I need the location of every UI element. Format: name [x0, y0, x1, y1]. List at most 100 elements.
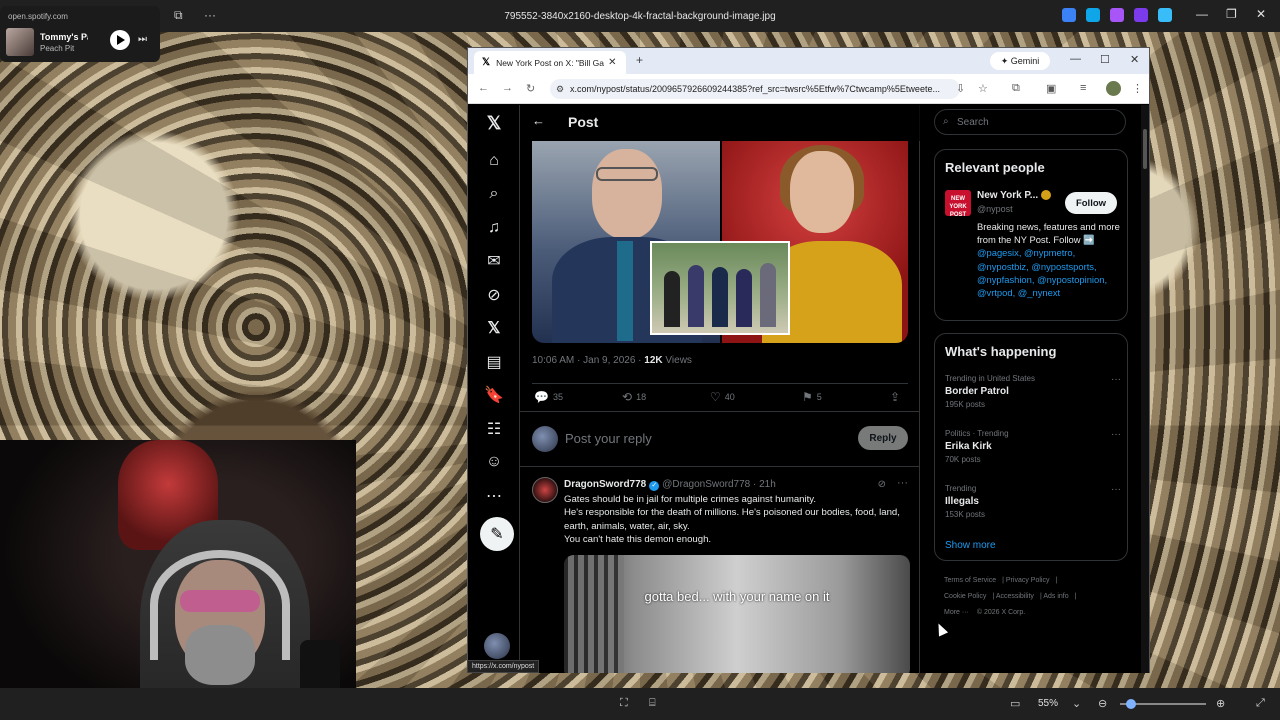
reply-input[interactable]: Post your reply — [565, 431, 652, 446]
maximize-icon[interactable]: ❐ — [1226, 7, 1237, 21]
play-button[interactable] — [110, 30, 130, 50]
site-info-icon[interactable]: ⚙ — [556, 84, 564, 95]
repost-count: 18 — [636, 392, 647, 402]
trend-more-icon[interactable]: ··· — [1111, 374, 1121, 385]
scrollbar-thumb[interactable] — [1143, 129, 1147, 169]
zoom-in-icon[interactable]: ⊕ — [1216, 697, 1225, 710]
trend-title: Border Patrol — [945, 386, 1009, 397]
back-icon[interactable]: ← — [478, 82, 489, 94]
show-more-link[interactable]: Show more — [945, 540, 996, 551]
trend-item[interactable]: Politics · Trending Erika Kirk 70K posts… — [945, 429, 1121, 464]
browser-maximize-icon[interactable]: ☐ — [1100, 53, 1110, 66]
messages-envelope-icon[interactable]: ✉ — [484, 251, 504, 271]
lists-icon[interactable]: ▤ — [484, 352, 504, 372]
close-icon[interactable]: ✕ — [1256, 7, 1266, 21]
footer-link-ads[interactable]: Ads info — [1043, 593, 1068, 600]
zoom-level[interactable]: 55% — [1038, 698, 1058, 709]
like-action[interactable]: ♡ 40 — [710, 390, 735, 404]
reply-tweet[interactable]: DragonSword778 ✓ @DragonSword778 · 21h ⊘ ·… — [520, 469, 920, 673]
fit-to-window-icon[interactable]: ▭ — [1010, 697, 1020, 710]
trend-count: 70K posts — [945, 455, 981, 464]
explore-search-icon[interactable]: ⌕ — [484, 184, 504, 204]
footer-link-privacy[interactable]: Privacy Policy — [1006, 577, 1050, 584]
reply-author-name[interactable]: DragonSword778 — [564, 479, 646, 490]
app-tray-icon[interactable] — [1086, 8, 1100, 22]
grok-explain-icon[interactable]: ⊘ — [878, 479, 886, 490]
minimize-icon[interactable]: — — [1196, 7, 1208, 21]
install-icon[interactable]: ⇩ — [956, 82, 965, 95]
post-media-image[interactable] — [532, 141, 908, 343]
reload-icon[interactable]: ↻ — [526, 82, 535, 95]
profile-icon[interactable]: ☺ — [484, 452, 504, 472]
extensions-icon[interactable]: ⧉ — [1012, 82, 1020, 95]
trend-count: 153K posts — [945, 510, 986, 519]
nypost-logo[interactable]: NEW YORK POST — [945, 190, 971, 218]
home-icon[interactable]: ⌂ — [484, 151, 504, 171]
right-sidebar: ⌕ Search Relevant people NEW YORK POST N… — [920, 105, 1149, 673]
repost-action[interactable]: ⟲ 18 — [622, 390, 646, 404]
browser-close-icon[interactable]: ✕ — [1130, 53, 1139, 66]
address-bar[interactable]: x.com/nypost/status/2009657926609244385?… — [550, 79, 960, 99]
visual-search-icon[interactable]: ⌸ — [649, 697, 656, 710]
trend-more-icon[interactable]: ··· — [1111, 484, 1121, 495]
share-action[interactable]: ⇪ — [890, 390, 900, 404]
app-tray-icon[interactable] — [1158, 8, 1172, 22]
footer-link-terms[interactable]: Terms of Service — [944, 577, 996, 584]
reply-avatar[interactable] — [532, 477, 558, 503]
split-view-icon[interactable]: ▣ — [1046, 82, 1056, 95]
gemini-label: Gemini — [1010, 56, 1040, 66]
notifications-bell-icon[interactable]: ♫ — [484, 218, 504, 238]
follow-button[interactable]: Follow — [1065, 192, 1117, 214]
fullscreen-icon[interactable]: ⤢ — [1256, 697, 1265, 710]
bookmark-star-icon[interactable]: ☆ — [978, 82, 988, 95]
new-tab-icon[interactable]: + — [636, 53, 643, 67]
person-name[interactable]: New York P... — [977, 190, 1052, 201]
page-scrollbar[interactable] — [1141, 105, 1149, 673]
app-tray-icon[interactable] — [1134, 8, 1148, 22]
zoom-dropdown-icon[interactable]: ⌄ — [1072, 697, 1081, 710]
footer-link-cookie[interactable]: Cookie Policy — [944, 593, 986, 600]
compose-post-button[interactable]: ✎ — [480, 517, 514, 551]
footer-link-more[interactable]: More ··· — [944, 609, 969, 616]
browser-menu-icon[interactable]: ⋮ — [1132, 82, 1143, 95]
beard — [185, 625, 255, 685]
search-input[interactable]: ⌕ Search — [934, 109, 1126, 135]
account-avatar[interactable] — [484, 633, 510, 659]
browser-minimize-icon[interactable]: — — [1070, 53, 1081, 65]
back-arrow-icon[interactable]: ← — [532, 113, 545, 128]
reply-more-icon[interactable]: ··· — [897, 477, 908, 489]
zoom-slider-knob[interactable] — [1126, 699, 1136, 709]
bookmarks-icon[interactable]: 🔖 — [484, 385, 504, 405]
forward-icon[interactable]: → — [502, 82, 513, 94]
bio-links[interactable]: @pagesix, @nypmetro, @nypostbiz, @nypost… — [977, 247, 1107, 298]
footer-link-accessibility[interactable]: Accessibility — [996, 593, 1034, 600]
zoom-out-icon[interactable]: ⊖ — [1098, 697, 1107, 710]
tab-nypost-x[interactable]: 𝕏 New York Post on X: "Bill Gates ✕ — [474, 51, 626, 74]
main-column: ← Post 10:06 AM · Jan 9, 2026 · 12K View… — [520, 105, 920, 673]
more-circle-icon[interactable]: ⋯ — [484, 486, 504, 506]
premium-x-icon[interactable]: 𝕏 — [484, 318, 504, 338]
head — [592, 149, 662, 239]
profile-avatar[interactable] — [1106, 81, 1121, 96]
reply-gif[interactable]: gotta bed... with your name on it — [564, 555, 910, 673]
person-bio: Breaking news, features and more from th… — [977, 220, 1125, 299]
tab-close-icon[interactable]: ✕ — [608, 57, 616, 68]
gemini-button[interactable]: ✦ Gemini — [990, 52, 1050, 70]
reading-list-icon[interactable]: ≡ — [1080, 82, 1086, 94]
x-logo-icon[interactable]: 𝕏 — [484, 113, 504, 133]
trend-item[interactable]: Trending Illegals 153K posts ··· — [945, 484, 1121, 519]
reply-button[interactable]: Reply — [858, 426, 908, 450]
reply-action[interactable]: 💬 35 — [534, 390, 563, 404]
reply-line: You can't hate this demon enough. — [564, 534, 712, 546]
zoom-slider[interactable] — [1120, 699, 1206, 709]
communities-icon[interactable]: ☷ — [484, 419, 504, 439]
next-track-icon[interactable]: ⏭ — [138, 34, 147, 45]
x-left-nav: 𝕏 ⌂ ⌕ ♫ ✉ ⊘ 𝕏 ▤ 🔖 ☷ ☺ ⋯ ✎ — [468, 105, 520, 673]
app-tray-icon[interactable] — [1062, 8, 1076, 22]
app-tray-icon[interactable] — [1110, 8, 1124, 22]
trend-item[interactable]: Trending in United States Border Patrol … — [945, 374, 1121, 409]
bookmark-action[interactable]: ⚑ 5 — [802, 390, 822, 404]
grok-icon[interactable]: ⊘ — [484, 285, 504, 305]
trend-more-icon[interactable]: ··· — [1111, 429, 1121, 440]
crop-icon[interactable]: ⛶ — [620, 697, 628, 710]
